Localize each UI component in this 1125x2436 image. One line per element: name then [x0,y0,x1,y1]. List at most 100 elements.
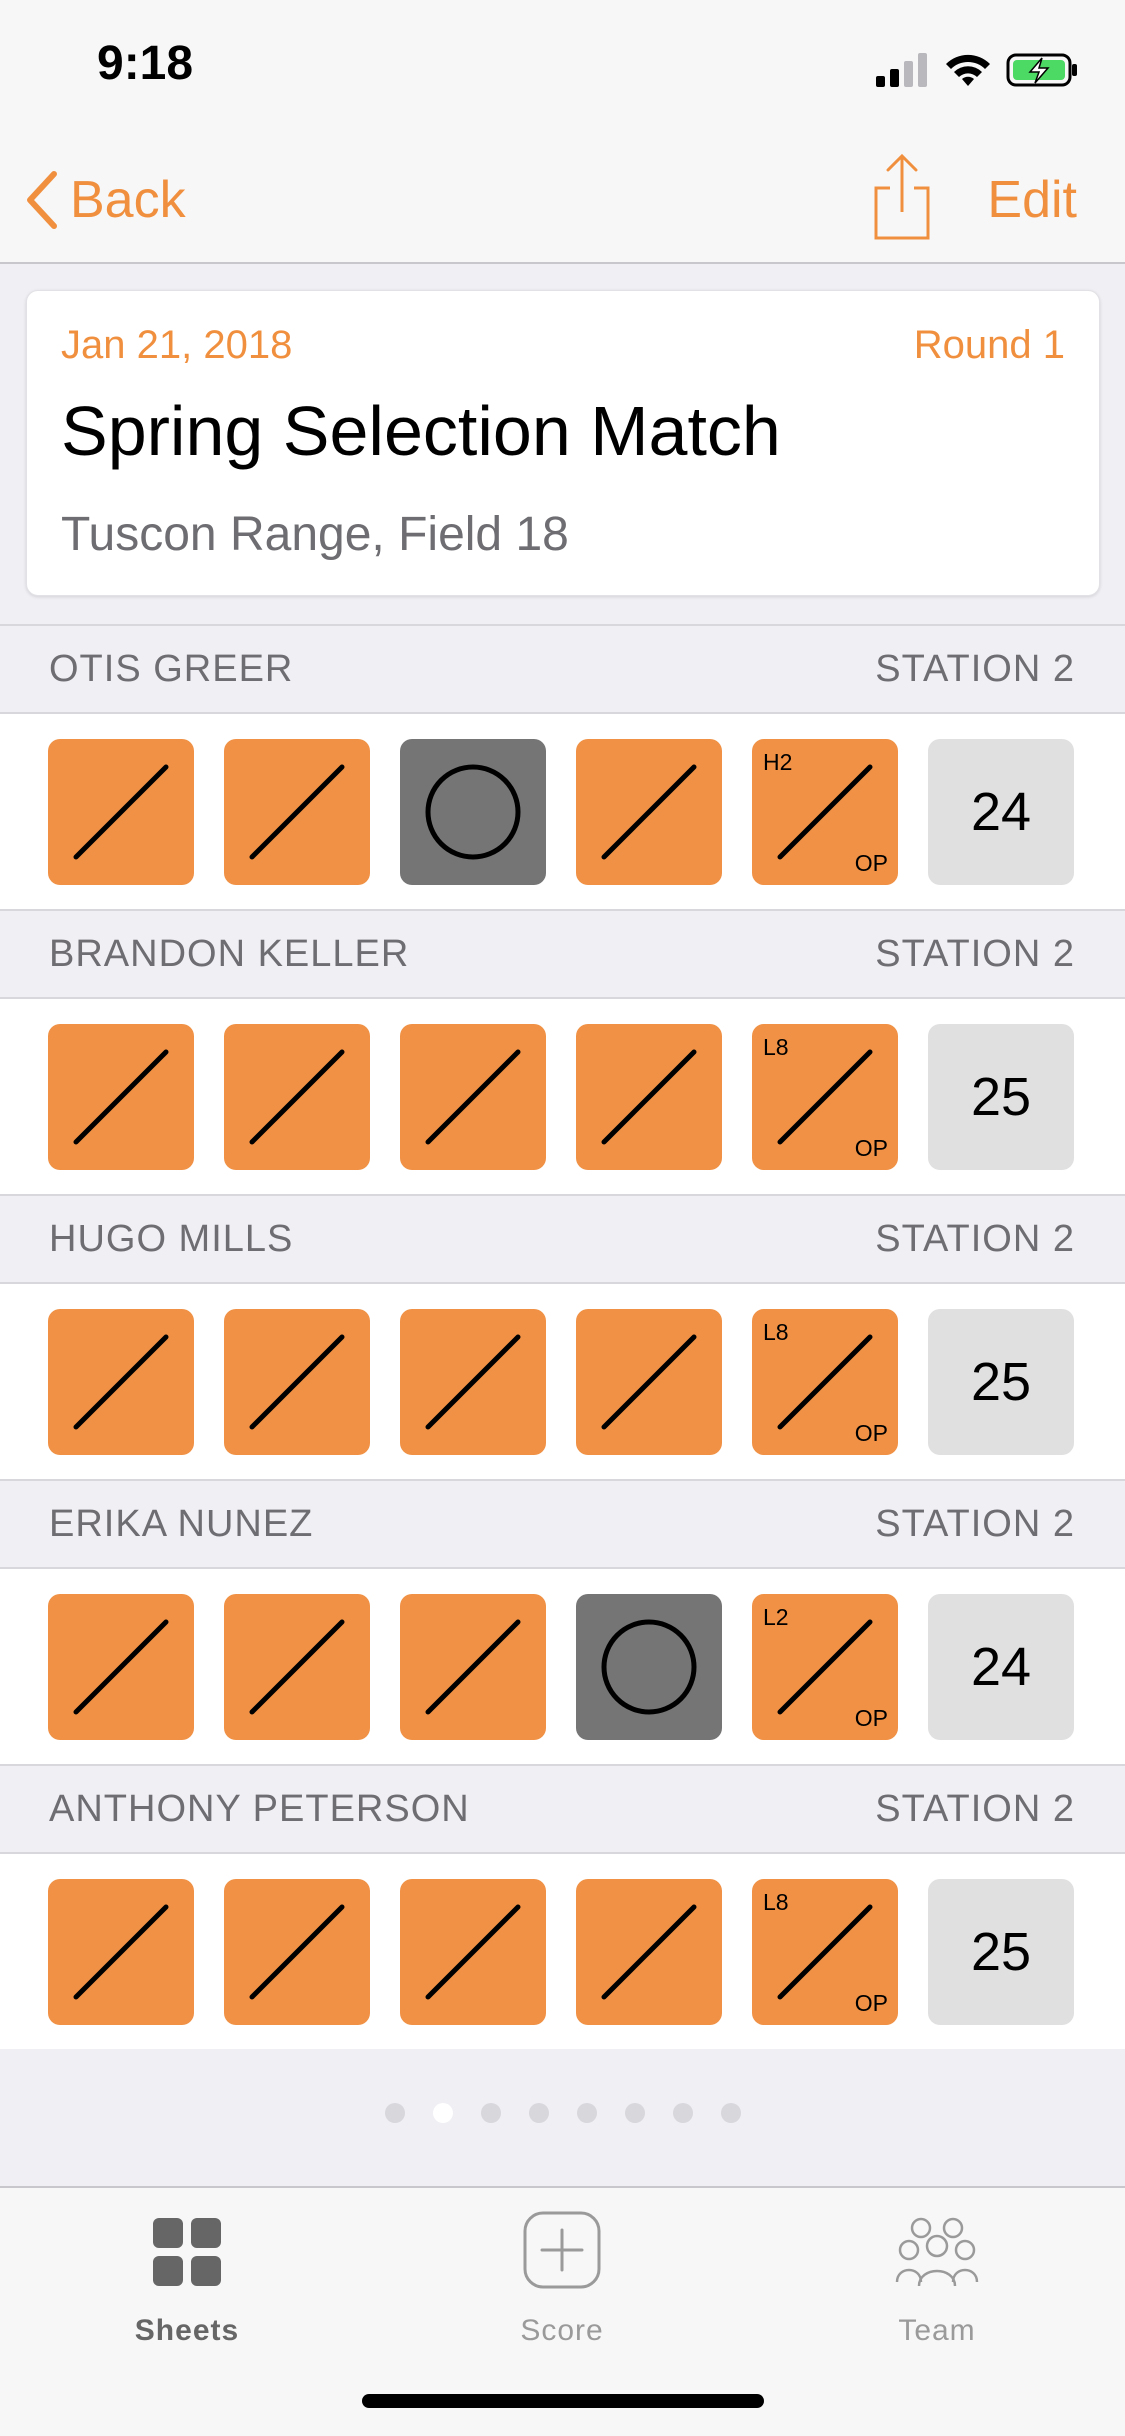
player-station: STATION 2 [875,647,1075,690]
shot-tag: L8 [763,1033,789,1060]
shot-hit-cell[interactable]: H2 OP [752,738,898,885]
page-dot-active[interactable] [432,2103,453,2123]
wifi-icon [946,54,990,86]
shot-hit-cell[interactable] [224,1878,370,2025]
page-dot[interactable] [720,2103,741,2123]
shot-hit-cell[interactable] [576,1308,722,1455]
grid-icon [153,2218,221,2286]
shot-tag: H2 [763,748,793,775]
page-dot[interactable] [384,2103,405,2123]
shot-hit-cell[interactable] [224,1308,370,1455]
shot-hit-cell[interactable] [48,738,194,885]
shot-hit-cell[interactable] [576,1878,722,2025]
player-row: L8 OP 25 [0,1284,1125,1479]
home-indicator[interactable] [362,2394,764,2408]
plus-square-icon [523,2211,601,2289]
shot-miss-cell[interactable] [576,1593,722,1740]
score-total: 25 [928,1878,1074,2025]
slash-icon [249,1619,345,1714]
slash-icon [249,1904,345,1999]
shot-hit-cell[interactable] [400,1308,546,1455]
player-name: OTIS GREER [49,647,294,690]
slash-icon [425,1049,521,1144]
share-icon [874,153,930,240]
player-row: L8 OP 25 [0,999,1125,1194]
back-button[interactable]: Back [24,168,186,232]
circle-icon [601,1619,697,1714]
edit-button[interactable]: Edit [987,168,1077,232]
event-location: Tuscon Range, Field 18 [61,508,569,561]
shot-hit-cell[interactable]: L8 OP [752,1023,898,1170]
player-name: HUGO MILLS [49,1217,294,1260]
shot-hit-cell[interactable] [48,1308,194,1455]
share-button[interactable] [866,152,938,242]
shot-tag: L2 [763,1603,789,1630]
page-dot[interactable] [528,2103,549,2123]
tab-sheets-label: Sheets [134,2314,240,2347]
slash-icon [425,1904,521,1999]
tab-team-label: Team [898,2314,976,2347]
player-row: L8 OP 25 [0,1854,1125,2049]
slash-icon [249,1049,345,1144]
tab-score-label: Score [520,2314,604,2347]
score-total: 24 [928,738,1074,885]
circle-icon [425,764,521,859]
back-label: Back [70,171,186,229]
tab-team[interactable]: Team [837,2208,1037,2348]
slash-icon [601,1049,697,1144]
player-row: L2 OP 24 [0,1569,1125,1764]
chevron-left-icon [27,171,57,229]
player-name: BRANDON KELLER [49,932,410,975]
player-station: STATION 2 [875,1787,1075,1830]
shot-hit-cell[interactable] [576,738,722,885]
shot-hit-cell[interactable] [224,1593,370,1740]
shot-hit-cell[interactable] [224,1023,370,1170]
page-dot[interactable] [576,2103,597,2123]
player-header: BRANDON KELLER STATION 2 [0,909,1125,999]
status-icons [874,50,1080,90]
shot-hit-cell[interactable] [48,1593,194,1740]
slash-icon [249,764,345,859]
player-station: STATION 2 [875,1217,1075,1260]
shot-hit-cell[interactable] [400,1023,546,1170]
shot-tag: L8 [763,1888,789,1915]
slash-icon [73,764,169,859]
slash-icon [601,1904,697,1999]
page-dot[interactable] [672,2103,693,2123]
shot-hit-cell[interactable] [400,1593,546,1740]
event-card: Jan 21, 2018 Round 1 Spring Selection Ma… [26,290,1100,596]
page-dot[interactable] [624,2103,645,2123]
status-bar: 9:18 [0,0,1125,132]
slash-icon [73,1334,169,1429]
shot-hit-cell[interactable]: L8 OP [752,1308,898,1455]
player-name: ANTHONY PETERSON [49,1787,470,1830]
shot-note: OP [854,1989,888,2016]
shot-tag: L8 [763,1318,789,1345]
player-header: HUGO MILLS STATION 2 [0,1194,1125,1284]
player-header: ERIKA NUNEZ STATION 2 [0,1479,1125,1569]
slash-icon [601,1334,697,1429]
shot-hit-cell[interactable]: L2 OP [752,1593,898,1740]
event-round: Round 1 [913,323,1065,367]
tab-score[interactable]: Score [462,2208,662,2348]
team-icon [895,2217,979,2287]
event-date: Jan 21, 2018 [61,323,293,367]
shot-miss-cell[interactable] [400,738,546,885]
shot-hit-cell[interactable]: L8 OP [752,1878,898,2025]
shot-hit-cell[interactable] [224,738,370,885]
shot-hit-cell[interactable] [48,1023,194,1170]
slash-icon [73,1904,169,1999]
player-station: STATION 2 [875,932,1075,975]
event-title: Spring Selection Match [61,392,781,470]
shot-note: OP [854,1704,888,1731]
shot-hit-cell[interactable] [576,1023,722,1170]
shot-hit-cell[interactable] [400,1878,546,2025]
tab-sheets[interactable]: Sheets [87,2208,287,2348]
player-name: ERIKA NUNEZ [49,1502,314,1545]
slash-icon [601,764,697,859]
shot-hit-cell[interactable] [48,1878,194,2025]
page-dot[interactable] [480,2103,501,2123]
battery-charging-icon [1006,53,1077,87]
slash-icon [249,1334,345,1429]
score-total: 24 [928,1593,1074,1740]
